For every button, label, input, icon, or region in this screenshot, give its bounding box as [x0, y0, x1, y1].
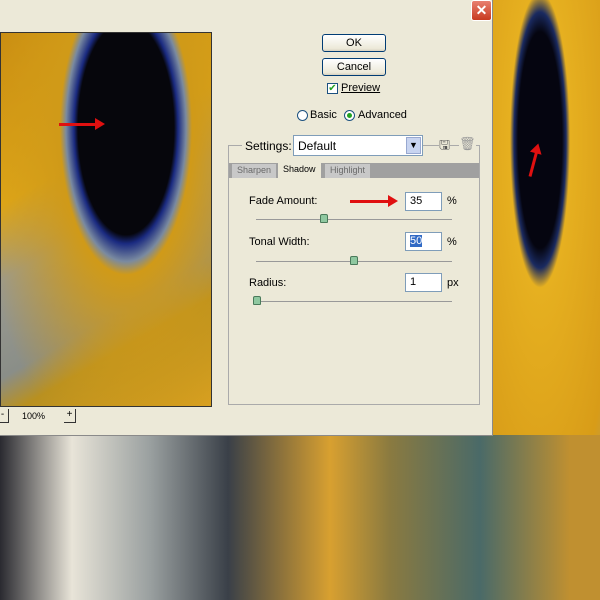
preview-image[interactable]	[0, 32, 212, 407]
fade-amount-input[interactable]: 35	[405, 192, 442, 211]
preview-label: Preview	[341, 82, 381, 94]
annotation-arrow	[350, 195, 398, 207]
tonal-width-input[interactable]: 50	[405, 232, 442, 251]
chevron-down-icon: ▼	[406, 137, 421, 154]
close-button[interactable]: ✕	[471, 0, 492, 21]
preview-checkbox[interactable]: ✔	[327, 83, 338, 94]
advanced-radio[interactable]	[344, 110, 355, 121]
trash-icon[interactable]: 🗑	[459, 136, 476, 152]
radius-slider[interactable]	[253, 296, 452, 305]
settings-group	[228, 145, 480, 405]
tab-highlight[interactable]: Highlight	[325, 164, 371, 178]
smart-sharpen-dialog: ✕ - 100% + OK Cancel ✔ Preview Basic Adv…	[0, 0, 493, 436]
tab-shadow[interactable]: Shadow	[278, 163, 321, 178]
advanced-label: Advanced	[358, 109, 407, 121]
slider-thumb[interactable]	[253, 296, 261, 305]
background-photo-bottom	[0, 435, 600, 600]
fade-amount-unit: %	[447, 195, 457, 207]
tab-bar: Sharpen Shadow Highlight	[229, 163, 479, 178]
zoom-in-button[interactable]: +	[64, 409, 76, 423]
background-photo-right	[492, 0, 600, 435]
settings-value: Default	[298, 139, 337, 153]
fade-amount-label: Fade Amount:	[249, 195, 318, 207]
slider-thumb[interactable]	[320, 214, 328, 223]
fade-amount-slider[interactable]	[256, 214, 452, 223]
basic-radio[interactable]	[297, 110, 308, 121]
tonal-width-label: Tonal Width:	[249, 236, 310, 248]
radius-label: Radius:	[249, 277, 287, 289]
save-settings-icon[interactable]: 🖫	[439, 136, 451, 158]
zoom-level: 100%	[22, 411, 46, 421]
settings-label: Settings:	[242, 139, 295, 153]
title-bar[interactable]	[0, 0, 493, 22]
basic-label: Basic	[310, 109, 337, 121]
tonal-width-unit: %	[447, 236, 457, 248]
cancel-button[interactable]: Cancel	[322, 58, 386, 76]
radius-unit: px	[447, 277, 459, 289]
annotation-arrow	[59, 118, 105, 130]
ok-button[interactable]: OK	[322, 34, 386, 52]
tab-sharpen[interactable]: Sharpen	[232, 164, 277, 178]
tonal-width-slider[interactable]	[256, 256, 452, 265]
slider-thumb[interactable]	[350, 256, 358, 265]
settings-dropdown[interactable]: Default ▼	[293, 135, 423, 156]
radius-input[interactable]: 1	[405, 273, 442, 292]
zoom-out-button[interactable]: -	[0, 409, 9, 423]
